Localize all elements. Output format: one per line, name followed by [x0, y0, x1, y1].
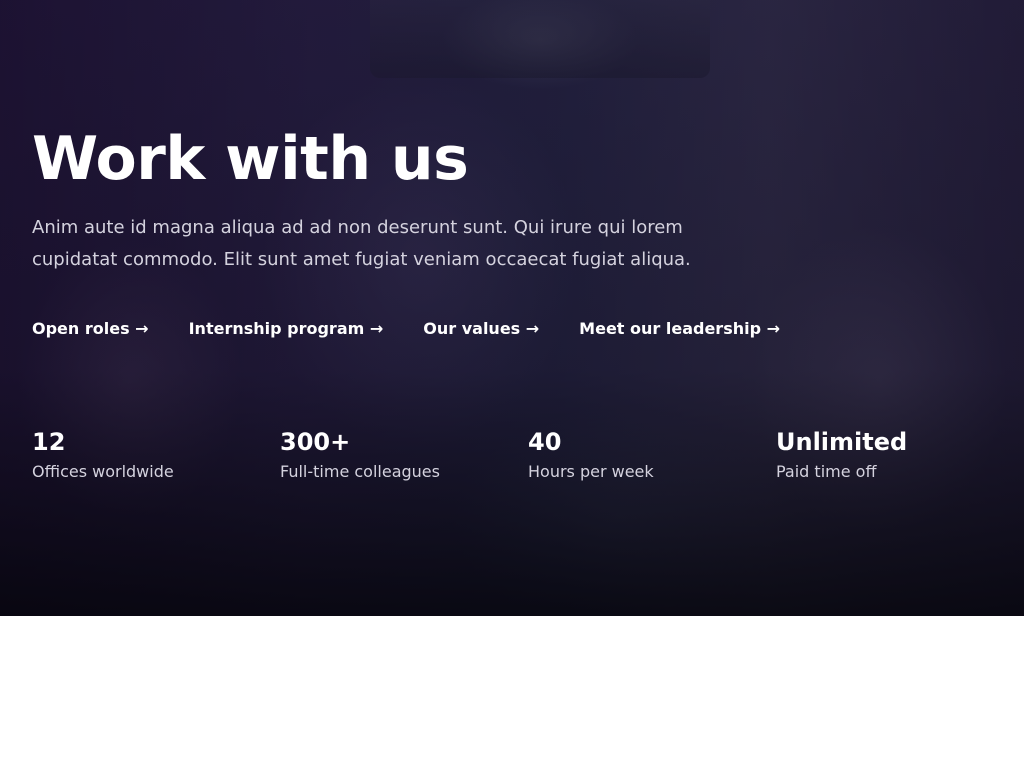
stat-value: 300+	[280, 428, 351, 456]
page-below-hero	[0, 616, 1024, 768]
hero-links: Open roles → Internship program → Our va…	[32, 318, 780, 340]
stat-value: Unlimited	[776, 428, 908, 456]
meet-our-leadership-link[interactable]: Meet our leadership →	[579, 318, 780, 340]
page-title: Work with us	[32, 124, 469, 194]
stat-hours: 40 Hours per week	[528, 426, 776, 486]
stat-value: 40	[528, 428, 562, 456]
stat-label: Paid time off	[776, 462, 877, 481]
internship-program-link[interactable]: Internship program →	[189, 318, 384, 340]
hero-overlay	[0, 0, 1024, 616]
stat-paid-time-off: Unlimited Paid time off	[776, 426, 1024, 486]
stat-offices: 12 Offices worldwide	[32, 426, 280, 486]
open-roles-link[interactable]: Open roles →	[32, 318, 149, 340]
our-values-link[interactable]: Our values →	[423, 318, 539, 340]
stat-label: Offices worldwide	[32, 462, 174, 481]
hero-section: Work with us Anim aute id magna aliqua a…	[0, 0, 1024, 616]
stat-label: Full-time colleagues	[280, 462, 440, 481]
stat-label: Hours per week	[528, 462, 654, 481]
stat-value: 12	[32, 428, 66, 456]
stats-list: 12 Offices worldwide 300+ Full-time coll…	[32, 426, 1024, 486]
stat-colleagues: 300+ Full-time colleagues	[280, 426, 528, 486]
hero-description: Anim aute id magna aliqua ad ad non dese…	[32, 217, 691, 270]
